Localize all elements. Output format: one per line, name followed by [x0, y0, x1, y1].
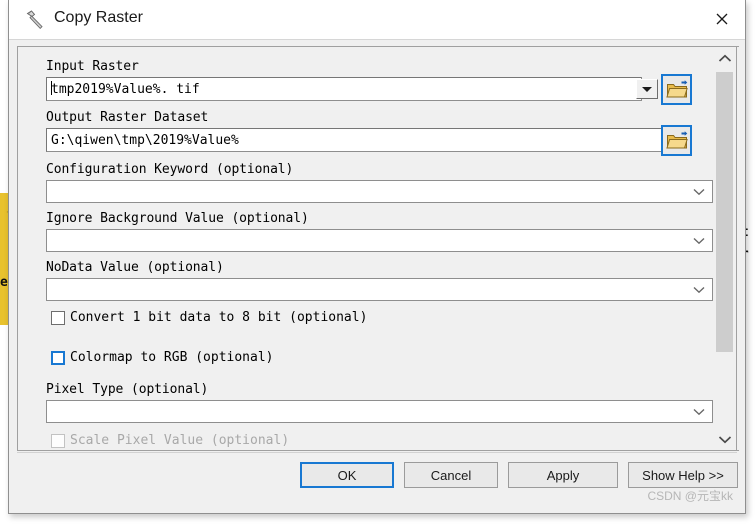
input-raster-field[interactable]: tmp2019%Value%. tif — [46, 77, 642, 101]
folder-open-icon — [665, 79, 688, 97]
dialog-titlebar[interactable]: Copy Raster — [9, 0, 745, 40]
input-raster-browse-button[interactable] — [661, 74, 692, 105]
checkbox-box-icon[interactable] — [51, 351, 65, 365]
dialog-title: Copy Raster — [54, 9, 143, 26]
chevron-down-icon — [693, 286, 705, 293]
checkbox-label-scale-pixel-value: Scale Pixel Value (optional) — [70, 433, 290, 448]
checkbox-box-icon[interactable] — [51, 311, 65, 325]
label-pixel-type: Pixel Type (optional) — [46, 382, 209, 397]
parameters-scrollbar[interactable] — [713, 46, 737, 451]
parameters-scroll-area: Input Raster tmp2019%Value%. tif Output … — [17, 46, 739, 451]
scrollbar-thumb[interactable] — [716, 72, 733, 352]
cancel-button[interactable]: Cancel — [404, 462, 498, 488]
output-raster-dataset-field[interactable]: G:\qiwen\tmp\2019%Value% — [46, 128, 670, 152]
chevron-down-icon — [693, 408, 705, 415]
label-configuration-keyword: Configuration Keyword (optional) — [46, 162, 294, 177]
label-output-raster-dataset: Output Raster Dataset — [46, 110, 209, 125]
folder-open-icon — [665, 130, 688, 148]
parameters-panel: Input Raster tmp2019%Value%. tif Output … — [18, 47, 717, 450]
ok-button[interactable]: OK — [300, 462, 394, 488]
output-raster-dataset-browse-button[interactable] — [661, 125, 692, 156]
show-help-button[interactable]: Show Help >> — [628, 462, 738, 488]
input-raster-value: tmp2019%Value%. tif — [51, 82, 200, 97]
apply-button[interactable]: Apply — [508, 462, 618, 488]
nodata-value-combo[interactable] — [46, 278, 713, 301]
hammer-tool-icon — [23, 8, 47, 32]
chevron-down-icon — [693, 188, 705, 195]
label-nodata-value: NoData Value (optional) — [46, 260, 224, 275]
copy-raster-dialog: Copy Raster Input Raster tmp2019%Value%.… — [8, 0, 746, 514]
label-ignore-background-value: Ignore Background Value (optional) — [46, 211, 309, 226]
scrollbar-track[interactable] — [713, 69, 736, 428]
checkbox-label-convert-1bit-to-8bit: Convert 1 bit data to 8 bit (optional) — [70, 310, 368, 325]
dialog-footer: OK Cancel Apply Show Help >> CSDN @元宝kk — [17, 452, 738, 505]
chevron-up-icon — [718, 54, 731, 62]
input-raster-dropdown-button[interactable] — [636, 79, 658, 99]
csdn-watermark: CSDN @元宝kk — [647, 489, 733, 503]
configuration-keyword-combo[interactable] — [46, 180, 713, 203]
close-icon[interactable] — [699, 0, 745, 38]
pixel-type-combo[interactable] — [46, 400, 713, 423]
scrollbar-down-button[interactable] — [713, 428, 736, 450]
checkbox-box-icon — [51, 434, 65, 448]
chevron-down-icon — [693, 237, 705, 244]
label-input-raster: Input Raster — [46, 59, 139, 74]
caret-down-icon — [642, 86, 652, 92]
scrollbar-up-button[interactable] — [713, 47, 736, 69]
chevron-down-icon — [718, 435, 731, 443]
ignore-background-value-combo[interactable] — [46, 229, 713, 252]
checkbox-label-colormap-to-rgb: Colormap to RGB (optional) — [70, 350, 274, 365]
